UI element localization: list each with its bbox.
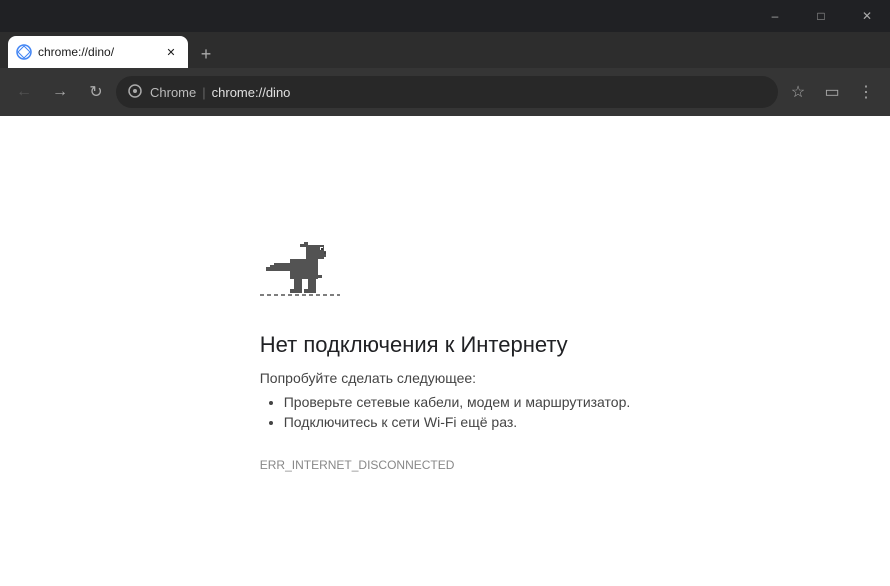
active-tab[interactable]: chrome://dino/ ✕ (8, 36, 188, 68)
error-list-item-1: Проверьте сетевые кабели, модем и маршру… (284, 394, 631, 410)
error-list: Проверьте сетевые кабели, модем и маршру… (260, 394, 631, 434)
refresh-button[interactable]: ↻ (80, 76, 112, 108)
navbar: ← → ↻ Chrome | chrome://dino ☆ ▭ ⋮ (0, 68, 890, 116)
cast-button[interactable]: ▭ (816, 76, 848, 108)
tab-favicon (16, 44, 32, 60)
tab-close-button[interactable]: ✕ (162, 43, 180, 61)
minimize-button[interactable]: – (752, 0, 798, 32)
error-title: Нет подключения к Интернету (260, 332, 568, 358)
page-content: Нет подключения к Интернету Попробуйте с… (0, 116, 890, 586)
error-subtitle: Попробуйте сделать следующее: (260, 370, 476, 386)
dino-svg (260, 231, 340, 311)
address-chrome-label: Chrome (150, 85, 196, 100)
tabbar: chrome://dino/ ✕ + (0, 32, 890, 68)
titlebar: – □ ✕ (0, 0, 890, 32)
bookmark-button[interactable]: ☆ (782, 76, 814, 108)
address-url: chrome://dino (212, 85, 291, 100)
error-code: ERR_INTERNET_DISCONNECTED (260, 458, 455, 472)
error-list-item-2: Подключитесь к сети Wi-Fi ещё раз. (284, 414, 631, 430)
forward-button[interactable]: → (44, 76, 76, 108)
error-container: Нет подключения к Интернету Попробуйте с… (240, 211, 651, 492)
address-security-icon (128, 84, 142, 101)
back-button[interactable]: ← (8, 76, 40, 108)
dino-illustration (260, 231, 340, 316)
titlebar-controls: – □ ✕ (752, 0, 890, 32)
address-text: Chrome | chrome://dino (150, 85, 766, 100)
address-bar[interactable]: Chrome | chrome://dino (116, 76, 778, 108)
maximize-button[interactable]: □ (798, 0, 844, 32)
close-button[interactable]: ✕ (844, 0, 890, 32)
menu-button[interactable]: ⋮ (850, 76, 882, 108)
address-separator: | (202, 85, 205, 100)
tab-title: chrome://dino/ (38, 45, 158, 59)
new-tab-button[interactable]: + (192, 40, 220, 68)
nav-right-icons: ☆ ▭ ⋮ (782, 76, 882, 108)
